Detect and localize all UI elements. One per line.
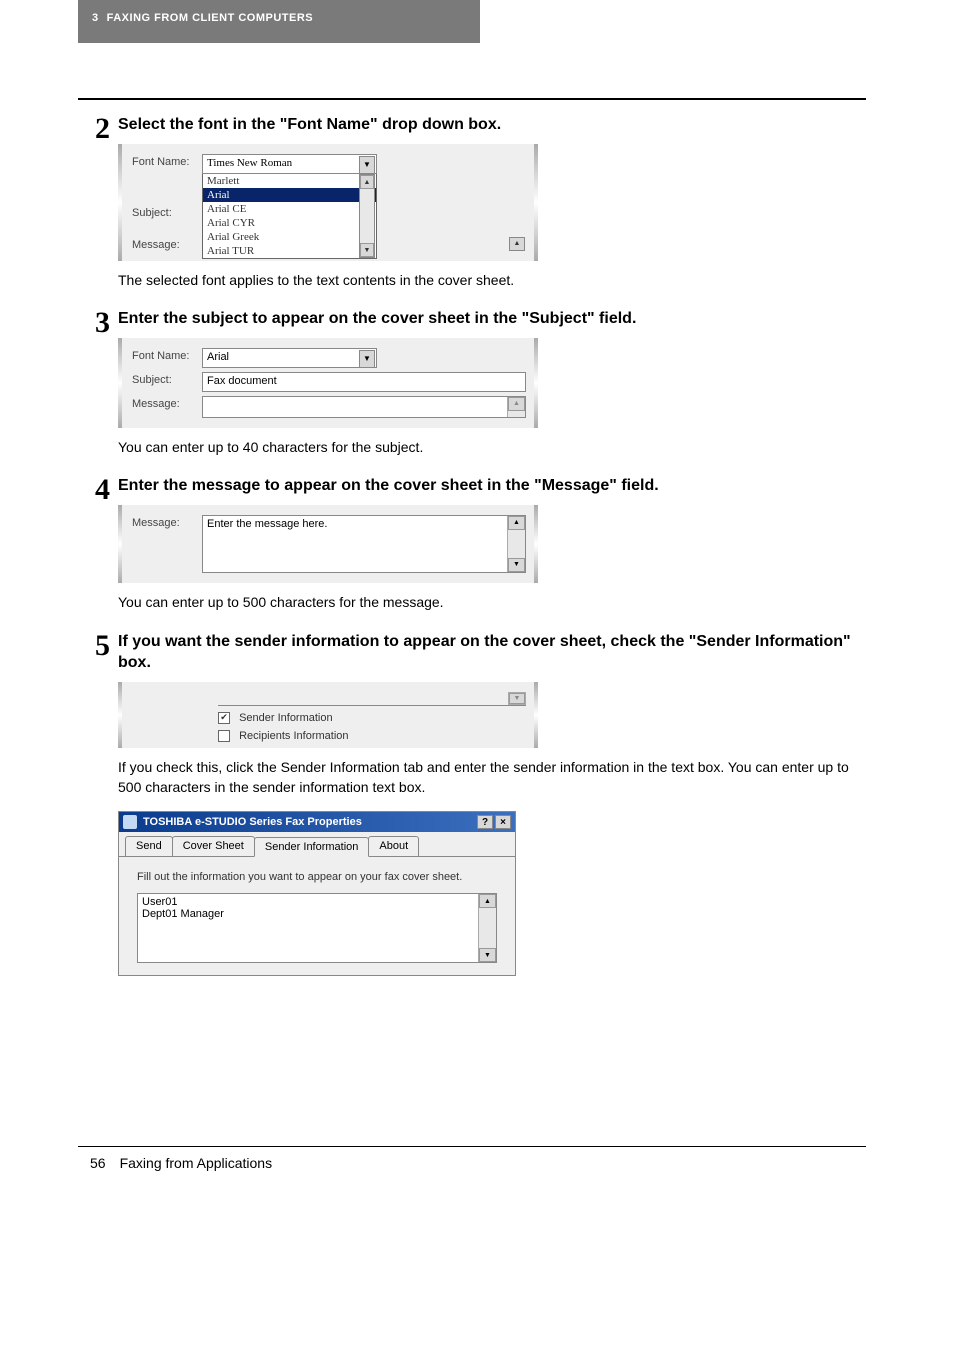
fax-properties-dialog: TOSHIBA e-STUDIO Series Fax Properties ?… <box>118 811 516 976</box>
textarea-scrollbar[interactable]: ▲ <box>507 397 525 417</box>
textarea-scrollbar[interactable]: ▼ <box>508 692 526 705</box>
font-option[interactable]: Arial TUR <box>203 244 376 258</box>
step-3-title: Enter the subject to appear on the cover… <box>118 308 866 330</box>
step-2-screenshot: Font Name: Times New Roman ▼ Marlett Ari… <box>118 144 538 261</box>
step-2: 2 Select the font in the "Font Name" dro… <box>78 114 866 304</box>
rule-top <box>78 98 866 100</box>
dialog-tabs: Send Cover Sheet Sender Information Abou… <box>119 832 515 857</box>
font-option-selected[interactable]: Arial <box>203 188 376 202</box>
page-footer-title: Faxing from Applications <box>120 1155 273 1171</box>
step-4-desc: You can enter up to 500 characters for t… <box>118 593 866 613</box>
dialog-titlebar[interactable]: TOSHIBA e-STUDIO Series Fax Properties ?… <box>119 812 515 832</box>
step-3-number: 3 <box>78 308 118 471</box>
message-textarea[interactable]: ▲ <box>202 396 526 418</box>
help-button[interactable]: ? <box>477 815 493 829</box>
font-option[interactable]: Arial CE <box>203 202 376 216</box>
step-3-desc: You can enter up to 40 characters for th… <box>118 438 866 458</box>
font-option[interactable]: Arial Greek <box>203 230 376 244</box>
message-value: Enter the message here. <box>207 518 327 530</box>
label-font-name: Font Name: <box>132 348 202 362</box>
sender-info-textarea[interactable]: User01 Dept01 Manager ▲ ▼ <box>137 893 497 963</box>
recipients-info-checkbox[interactable] <box>218 730 230 742</box>
step-2-title: Select the font in the "Font Name" drop … <box>118 114 866 136</box>
scroll-down-icon[interactable]: ▼ <box>479 948 496 962</box>
textarea-scrollbar[interactable]: ▲ ▼ <box>507 516 525 572</box>
label-subject: Subject: <box>132 372 202 386</box>
recipients-info-label: Recipients Information <box>239 730 348 742</box>
step-4-title: Enter the message to appear on the cover… <box>118 475 866 497</box>
font-option[interactable]: Marlett <box>203 174 376 188</box>
font-name-dropdown[interactable]: Arial ▼ <box>202 348 377 368</box>
app-icon <box>123 815 137 829</box>
label-message: Message: <box>132 515 202 529</box>
sender-info-label: Sender Information <box>239 712 333 724</box>
dialog-title: TOSHIBA e-STUDIO Series Fax Properties <box>143 816 362 828</box>
close-button[interactable]: × <box>495 815 511 829</box>
step-5-number: 5 <box>78 631 118 977</box>
font-name-dropdown[interactable]: Times New Roman ▼ <box>202 154 377 174</box>
page-number: 56 <box>90 1155 106 1171</box>
subject-input[interactable]: Fax document <box>202 372 526 392</box>
label-font-name: Font Name: <box>132 154 202 168</box>
tab-about[interactable]: About <box>368 836 419 856</box>
chevron-down-icon[interactable]: ▼ <box>359 350 375 368</box>
step-5-desc: If you check this, click the Sender Info… <box>118 758 866 797</box>
step-3: 3 Enter the subject to appear on the cov… <box>78 308 866 471</box>
sender-info-value: User01 Dept01 Manager <box>142 896 224 920</box>
step-2-desc: The selected font applies to the text co… <box>118 271 866 291</box>
page-footer: 56 Faxing from Applications <box>78 1147 866 1171</box>
scroll-down-icon[interactable]: ▼ <box>508 558 525 572</box>
scroll-up-icon[interactable]: ▲ <box>509 237 525 251</box>
options-scrollbar[interactable]: ▲ ▼ <box>359 174 375 258</box>
scroll-down-icon[interactable]: ▼ <box>360 243 374 257</box>
message-textarea-cutoff: ▼ <box>218 692 526 706</box>
step-4: 4 Enter the message to appear on the cov… <box>78 475 866 626</box>
font-option[interactable]: Arial CYR <box>203 216 376 230</box>
message-textarea[interactable]: Enter the message here. ▲ ▼ <box>202 515 526 573</box>
step-5-screenshot-checkboxes: ▼ ✔ Sender Information Recipients Inform <box>118 682 538 748</box>
chevron-down-icon[interactable]: ▼ <box>359 156 375 174</box>
scroll-up-icon[interactable]: ▲ <box>360 175 374 189</box>
font-name-value: Times New Roman <box>207 157 292 169</box>
tab-sender-information[interactable]: Sender Information <box>254 837 370 857</box>
font-name-value: Arial <box>207 351 229 363</box>
tab-send[interactable]: Send <box>125 836 173 856</box>
scroll-up-icon[interactable]: ▲ <box>508 516 525 530</box>
subject-value: Fax document <box>207 375 277 387</box>
step-5-title: If you want the sender information to ap… <box>118 631 866 674</box>
dialog-hint: Fill out the information you want to app… <box>137 871 497 883</box>
scroll-down-icon[interactable]: ▼ <box>509 693 525 704</box>
header-section-number: 3 <box>92 12 99 24</box>
header-section-title: FAXING FROM CLIENT COMPUTERS <box>107 12 314 24</box>
label-subject: Subject: <box>132 205 202 219</box>
label-message: Message: <box>132 237 202 251</box>
font-name-options-list[interactable]: Marlett Arial Arial CE Arial CYR Arial G… <box>202 174 377 259</box>
step-3-screenshot: Font Name: Arial ▼ Subject: <box>118 338 538 428</box>
step-2-number: 2 <box>78 114 118 304</box>
label-message: Message: <box>132 396 202 410</box>
scroll-up-icon[interactable]: ▲ <box>508 397 525 411</box>
scroll-up-icon[interactable]: ▲ <box>479 894 496 908</box>
textarea-scrollbar[interactable]: ▲ ▼ <box>478 894 496 962</box>
step-5: 5 If you want the sender information to … <box>78 631 866 977</box>
running-header: 3 FAXING FROM CLIENT COMPUTERS <box>78 0 480 43</box>
step-4-number: 4 <box>78 475 118 626</box>
sender-info-checkbox[interactable]: ✔ <box>218 712 230 724</box>
step-4-screenshot: Message: Enter the message here. ▲ ▼ <box>118 505 538 583</box>
tab-cover-sheet[interactable]: Cover Sheet <box>172 836 255 856</box>
